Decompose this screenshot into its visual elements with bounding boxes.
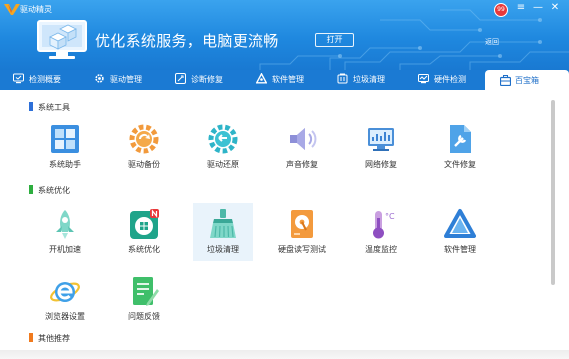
broom-icon (337, 73, 348, 84)
tab-hardware-detect[interactable]: 硬件检测 (418, 70, 466, 90)
gear-refresh-icon (129, 124, 159, 154)
triangle-app-icon (256, 73, 267, 84)
hardware-icon (418, 74, 429, 84)
tool-driver-backup[interactable]: 驱动备份 (114, 118, 174, 176)
return-link[interactable]: 返回 (485, 37, 499, 47)
broom-icon (210, 209, 236, 238)
tool-disk-test[interactable]: 硬盘读写测试 (272, 203, 332, 261)
windows-grid-icon (51, 125, 79, 153)
app-logo-icon (4, 4, 20, 15)
minimize-icon[interactable]: — (532, 3, 544, 13)
file-wrench-icon (450, 125, 471, 153)
tab-diagnose-repair[interactable]: 诊断修复 (175, 70, 223, 90)
menu-icon[interactable]: ≡ (515, 3, 527, 13)
tool-browser-settings[interactable]: 浏览器设置 (35, 270, 95, 328)
tool-driver-restore[interactable]: 驱动还原 (193, 118, 253, 176)
section-title-system-tools: 系统工具 (38, 103, 70, 112)
window-title: 驱动精灵 (20, 5, 52, 14)
toolbox-icon (500, 75, 511, 86)
feedback-doc-icon (133, 277, 159, 306)
svg-text:°C: °C (385, 212, 395, 221)
tool-system-optimize[interactable]: 系统优化 (114, 203, 174, 261)
tab-junk-clean[interactable]: 垃圾清理 (337, 70, 385, 90)
tool-software-manage[interactable]: 软件管理 (430, 203, 490, 261)
tool-junk-clean[interactable]: 垃圾清理 (193, 203, 253, 261)
wrench-icon (175, 73, 186, 84)
tab-toolbox[interactable]: 百宝箱 (485, 70, 569, 91)
user-avatar-badge[interactable]: 99 (494, 3, 508, 17)
section-title-others: 其他推荐 (38, 334, 70, 343)
section-title-system-optimize: 系统优化 (38, 186, 70, 195)
close-icon[interactable]: ✕ (549, 3, 561, 13)
tool-file-repair[interactable]: 文件修复 (430, 118, 490, 176)
monitor-boxes-icon (37, 20, 87, 59)
hard-disk-icon (291, 210, 313, 238)
section-marker-green (29, 185, 33, 194)
tool-network-repair[interactable]: 网络修复 (351, 118, 411, 176)
tab-driver-manage[interactable]: 驱动管理 (94, 70, 142, 90)
gear-icon (95, 74, 104, 83)
tool-feedback[interactable]: 问题反馈 (114, 270, 174, 328)
thermometer-icon: °C (373, 211, 395, 239)
window-bottom-edge (0, 350, 569, 359)
tab-software-manage[interactable]: 软件管理 (256, 70, 304, 90)
header-slogan: 优化系统服务，电脑更流畅 (95, 32, 279, 50)
open-button[interactable]: 打开 (315, 33, 354, 47)
optimize-app-icon (130, 209, 159, 239)
rocket-icon (56, 210, 74, 239)
triangle-app-icon (444, 209, 476, 238)
vertical-scrollbar[interactable] (551, 100, 555, 285)
tab-scan-overview[interactable]: 检测概要 (13, 70, 61, 90)
speaker-icon (290, 128, 317, 150)
gear-restore-icon (208, 124, 238, 154)
section-marker-blue (29, 102, 33, 111)
tool-sound-repair[interactable]: 声音修复 (272, 118, 332, 176)
tool-system-helper[interactable]: 系统助手 (35, 118, 95, 176)
tool-boot-speedup[interactable]: 开机加速 (35, 203, 95, 261)
section-marker-orange (29, 333, 33, 342)
tool-temp-monitor[interactable]: °C 温度监控 (351, 203, 411, 261)
ie-browser-icon (50, 282, 80, 302)
monitor-check-icon (13, 73, 24, 84)
header-banner: 驱动精灵 优化系统服务，电脑更流畅 打开 返回 99 ≡ — ✕ (0, 0, 569, 70)
network-monitor-icon (368, 128, 394, 151)
